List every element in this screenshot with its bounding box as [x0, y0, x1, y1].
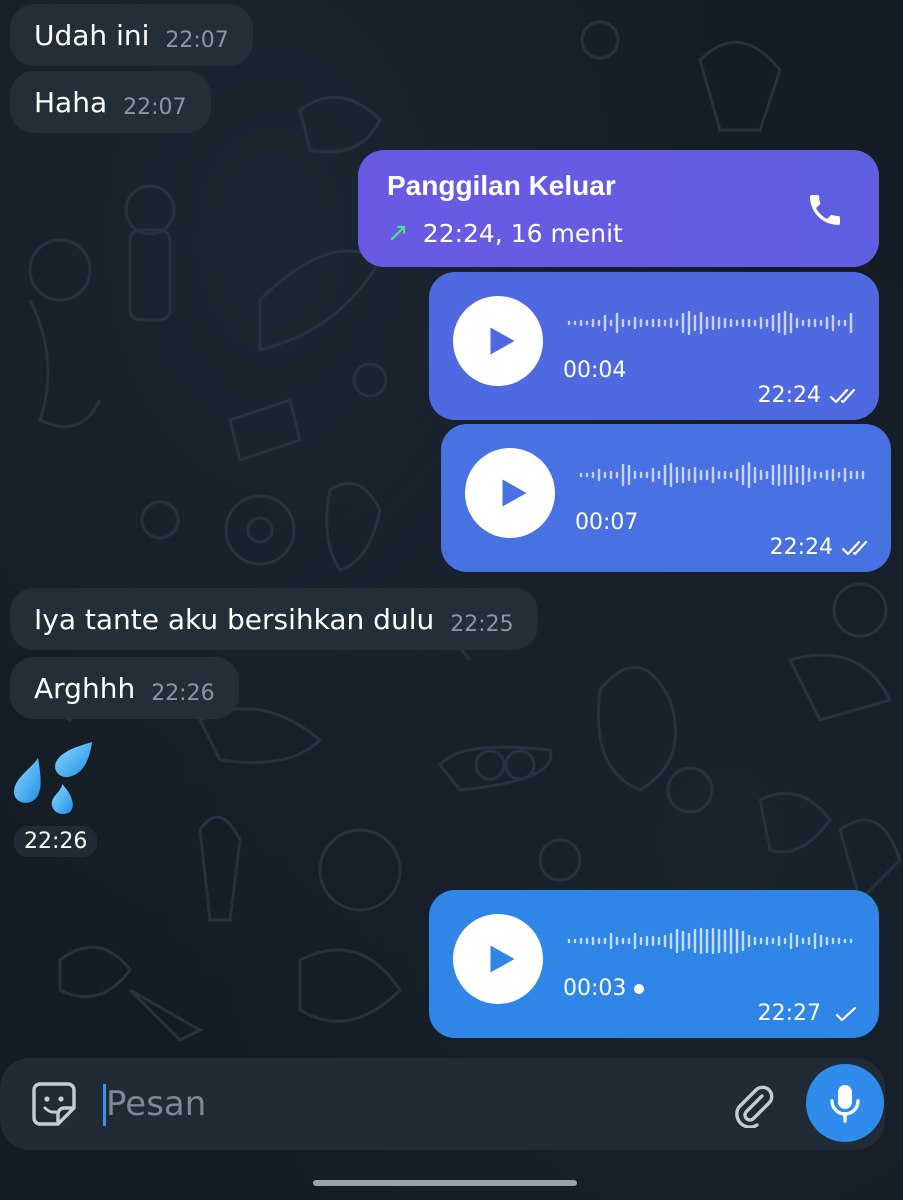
unplayed-dot [634, 983, 645, 994]
voice-duration: 00:03 [563, 976, 645, 1001]
message-meta: 22:24 [758, 383, 863, 408]
voice-waveform[interactable] [567, 308, 857, 338]
voice-duration-text: 00:07 [575, 510, 639, 535]
message-time: 22:24 [769, 535, 833, 560]
sweat-droplets-emoji[interactable] [10, 740, 100, 820]
message-text: Udah ini [34, 18, 150, 52]
voice-message[interactable]: 00:07 22:24 [441, 424, 891, 572]
voice-waveform[interactable] [579, 460, 869, 490]
call-detail: 22:24, 16 menit [422, 218, 623, 248]
call-detail-row: ↗ 22:24, 16 menit [387, 218, 623, 248]
voice-message[interactable]: 00:04 22:24 [429, 272, 879, 420]
incoming-message[interactable]: Udah ini 22:07 [10, 4, 253, 66]
voice-duration-text: 00:04 [563, 358, 627, 383]
call-title: Panggilan Keluar [387, 170, 616, 201]
home-indicator[interactable] [313, 1180, 577, 1186]
message-composer [0, 1058, 885, 1150]
outgoing-arrow-icon: ↗ [387, 218, 409, 248]
incoming-message[interactable]: Iya tante aku bersihkan dulu 22:25 [10, 588, 538, 650]
message-text: Iya tante aku bersihkan dulu [34, 602, 435, 636]
play-button[interactable] [453, 296, 543, 386]
voice-duration: 00:07 [575, 510, 638, 535]
microphone-icon [830, 1085, 860, 1123]
voice-message[interactable]: 00:03 22:27 [429, 890, 879, 1038]
double-check-icon [829, 388, 856, 403]
message-text: Haha [34, 85, 108, 119]
play-icon [490, 945, 515, 973]
message-input[interactable] [106, 1078, 686, 1130]
message-time: 22:25 [450, 611, 514, 637]
play-icon [502, 479, 527, 507]
play-button[interactable] [465, 448, 555, 538]
message-time: 22:26 [151, 680, 215, 706]
double-check-icon [841, 540, 868, 555]
message-time: 22:27 [757, 1001, 821, 1026]
voice-waveform[interactable] [567, 926, 857, 956]
message-text: Arghhh [34, 671, 136, 705]
incoming-message[interactable]: Arghhh 22:26 [10, 657, 239, 719]
play-button[interactable] [453, 914, 543, 1004]
microphone-button[interactable] [806, 1064, 884, 1142]
single-check-icon [835, 1006, 857, 1021]
phone-icon[interactable] [805, 190, 845, 230]
sticker-icon[interactable] [30, 1080, 78, 1128]
message-time: 22:07 [123, 94, 187, 120]
message-time: 22:26 [14, 826, 98, 857]
message-meta: 22:27 [758, 1001, 863, 1026]
message-time: 22:24 [757, 383, 821, 408]
outgoing-call-message[interactable]: Panggilan Keluar ↗ 22:24, 16 menit [358, 150, 879, 267]
voice-duration: 00:04 [563, 358, 626, 383]
message-meta: 22:24 [770, 535, 875, 560]
incoming-message[interactable]: Haha 22:07 [10, 71, 211, 133]
message-time: 22:07 [165, 27, 229, 53]
paperclip-icon[interactable] [730, 1082, 776, 1128]
play-icon [490, 327, 515, 355]
voice-duration-text: 00:03 [563, 976, 627, 1001]
